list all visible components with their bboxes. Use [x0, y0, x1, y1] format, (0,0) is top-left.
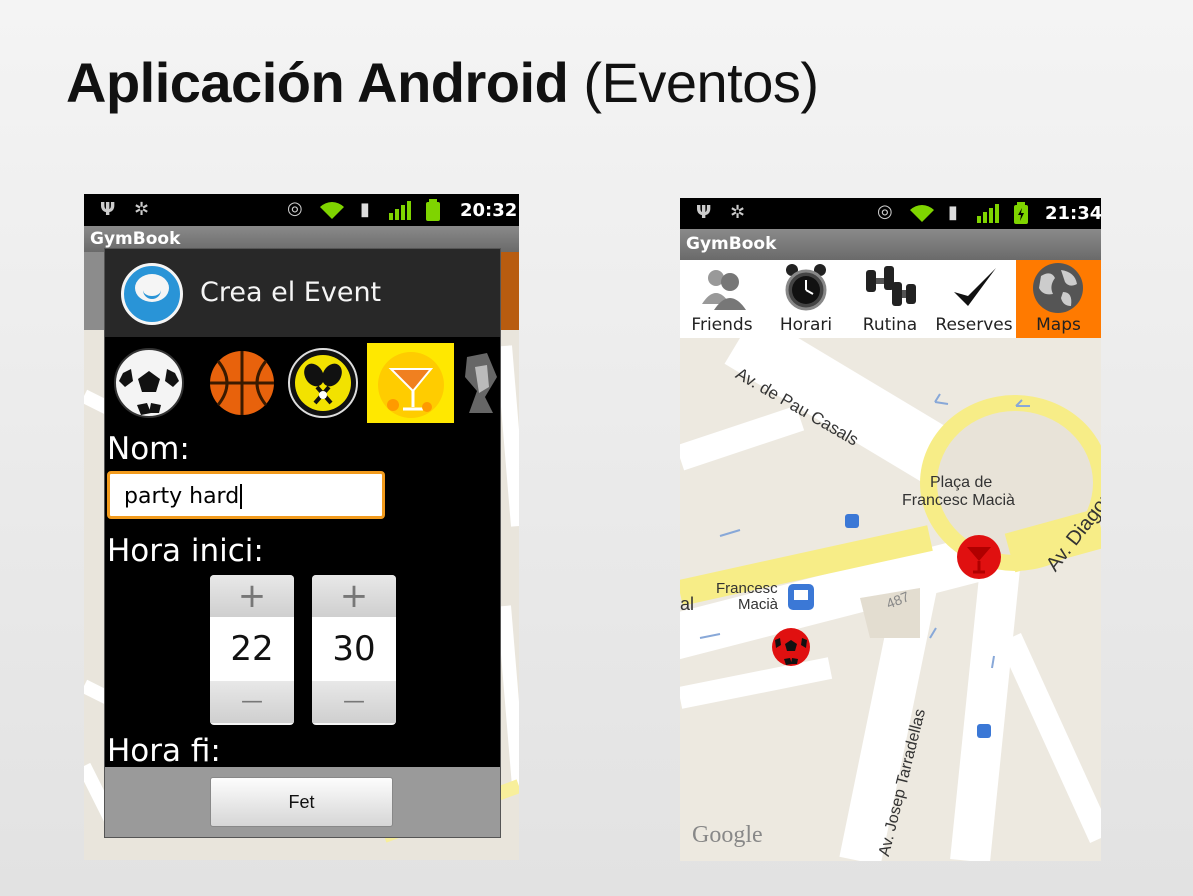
soccer-ball-icon[interactable] — [113, 347, 185, 419]
app-title: GymBook — [686, 234, 777, 254]
checkmark-icon — [954, 268, 996, 306]
status-bar: Ψ ✲ ◎ ▮ 20:32 — [84, 194, 519, 226]
phone-screenshot-create-event: Ψ ✲ ◎ ▮ 20:32 GymBook Crea el Event Nom:… — [84, 194, 519, 860]
gps-icon: ◎ — [287, 198, 303, 219]
slide-title-bold: Aplicación Android — [66, 51, 569, 114]
hour-increment-button[interactable]: + — [210, 575, 294, 617]
wifi-icon — [320, 202, 344, 219]
usb-icon: Ψ — [100, 199, 116, 220]
station-label-line1: Francesc — [716, 580, 778, 597]
tab-label: Rutina — [862, 315, 918, 335]
basketball-icon[interactable] — [206, 347, 278, 419]
signal-icon — [977, 204, 999, 223]
dialog-header: Crea el Event — [105, 249, 500, 337]
user-avatar-icon — [121, 263, 183, 325]
dialog-footer: Fet — [105, 767, 500, 837]
hour-stepper: + 22 — — [210, 575, 294, 725]
hour-decrement-button[interactable]: — — [210, 681, 294, 723]
dancer-icon[interactable] — [457, 347, 502, 419]
text-cursor — [240, 484, 243, 509]
nom-label: Nom: — [107, 431, 190, 467]
plaza-label-line2: Francesc Macià — [902, 492, 1015, 509]
tab-reserves[interactable]: Reserves — [932, 260, 1016, 338]
minute-value[interactable]: 30 — [312, 617, 396, 681]
tab-label: Horari — [779, 315, 833, 335]
event-marker-cocktail-icon[interactable] — [956, 534, 1002, 580]
app-title: GymBook — [90, 229, 181, 249]
hour-value[interactable]: 22 — [210, 617, 294, 681]
tab-bar: Friends Horari Rutina Reserves Maps — [680, 260, 1101, 338]
tab-friends[interactable]: Friends — [680, 260, 764, 338]
tab-label: Maps — [1036, 315, 1081, 335]
gps-icon: ◎ — [877, 201, 893, 222]
usb-icon: Ψ — [696, 202, 712, 223]
event-marker-soccer-icon[interactable] — [771, 626, 811, 668]
dialog-title: Crea el Event — [200, 277, 382, 308]
tab-rutina[interactable]: Rutina — [848, 260, 932, 338]
padel-icon[interactable] — [287, 347, 359, 419]
status-bar: Ψ ✲ ◎ ▮ 21:34 — [680, 198, 1101, 229]
hora-inici-label: Hora inici: — [107, 533, 264, 569]
status-time: 20:32 — [460, 200, 518, 221]
signal-icon — [389, 201, 411, 220]
cocktail-icon[interactable] — [375, 349, 447, 421]
wifi-icon — [910, 205, 934, 222]
alarm-clock-icon — [785, 264, 827, 311]
event-name-input[interactable]: party hard — [107, 471, 385, 519]
hora-fi-label: Hora fi: — [107, 733, 221, 765]
android-debug-icon: ✲ — [134, 199, 150, 220]
status-time: 21:34 — [1045, 203, 1101, 224]
done-button[interactable]: Fet — [210, 777, 393, 827]
tab-label: Reserves — [935, 315, 1013, 335]
dumbbell-icon — [866, 266, 916, 306]
sim-icon: ▮ — [948, 202, 958, 223]
event-name-value: party hard — [124, 484, 240, 509]
tab-horari[interactable]: Horari — [764, 260, 848, 338]
sim-icon: ▮ — [360, 199, 370, 220]
globe-icon — [1033, 263, 1083, 313]
minute-stepper: + 30 — — [312, 575, 396, 725]
tab-maps[interactable]: Maps — [1016, 260, 1101, 338]
battery-icon — [426, 199, 440, 221]
map-view[interactable]: Av. de Pau Casals Plaça de Francesc Maci… — [680, 338, 1101, 861]
battery-charging-icon — [1014, 202, 1028, 224]
create-event-dialog: Crea el Event Nom: party hard Hora inici… — [104, 248, 501, 838]
minute-increment-button[interactable]: + — [312, 575, 396, 617]
street-label-fragment: al — [680, 594, 695, 614]
station-label-line2: Macià — [738, 596, 779, 613]
friends-icon — [702, 270, 746, 310]
app-title-bar: GymBook — [680, 229, 1101, 260]
google-attribution: Google — [692, 822, 763, 848]
android-debug-icon: ✲ — [730, 202, 746, 223]
slide-title-normal: (Eventos) — [583, 51, 819, 114]
tab-label: Friends — [691, 315, 753, 335]
plaza-label-line1: Plaça de — [930, 474, 993, 491]
minute-decrement-button[interactable]: — — [312, 681, 396, 723]
phone-screenshot-maps: Ψ ✲ ◎ ▮ 21:34 GymBook Friends Horari Rut… — [680, 198, 1101, 861]
slide-title: Aplicación Android (Eventos) — [66, 50, 819, 115]
